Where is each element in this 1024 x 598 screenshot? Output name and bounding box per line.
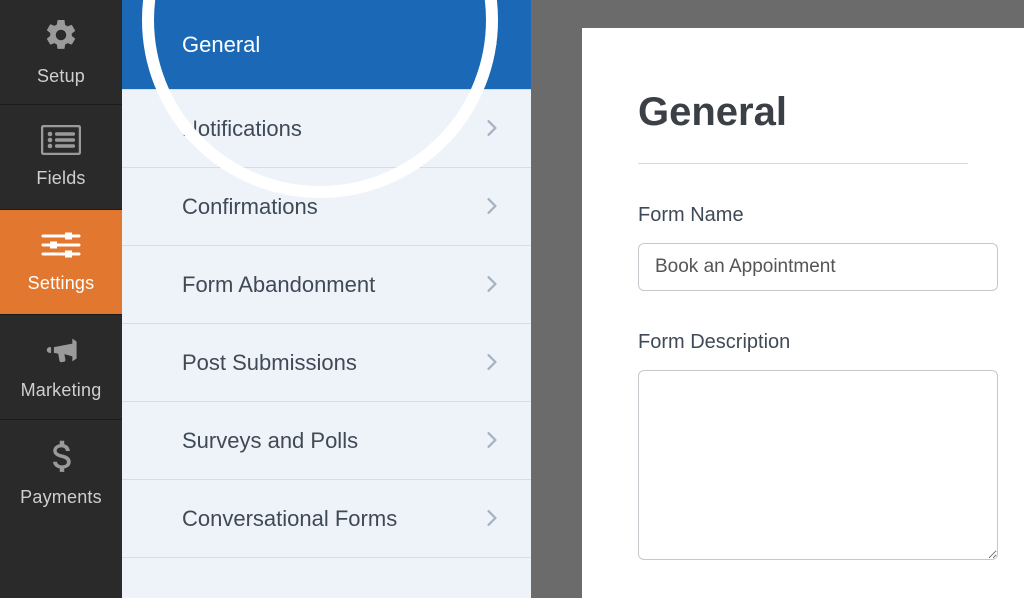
sidebar-item-label: Settings xyxy=(28,273,95,294)
submenu-item-label: Notifications xyxy=(182,116,302,142)
sidebar-item-fields[interactable]: Fields xyxy=(0,105,122,210)
chevron-right-icon xyxy=(487,32,497,58)
submenu-item-label: Confirmations xyxy=(182,194,318,220)
form-description-label: Form Description xyxy=(638,331,968,354)
submenu-item-confirmations[interactable]: Confirmations xyxy=(122,168,531,246)
sidebar-item-payments[interactable]: Payments xyxy=(0,420,122,525)
submenu-item-label: Surveys and Polls xyxy=(182,428,358,454)
primary-sidebar: Setup Fields Settings xyxy=(0,0,122,598)
form-name-label: Form Name xyxy=(638,204,968,227)
chevron-right-icon xyxy=(487,194,497,220)
megaphone-icon xyxy=(42,333,80,372)
sidebar-item-label: Payments xyxy=(20,487,102,508)
list-icon xyxy=(41,125,81,160)
sidebar-item-label: Setup xyxy=(37,66,85,87)
page-title: General xyxy=(638,90,968,135)
chevron-right-icon xyxy=(487,506,497,532)
settings-panel: General Form Name Form Description xyxy=(582,28,1024,598)
submenu-item-conversational-forms[interactable]: Conversational Forms xyxy=(122,480,531,558)
gear-icon xyxy=(43,17,79,58)
content-area: General Form Name Form Description xyxy=(532,0,1024,598)
submenu-item-label: Form Abandonment xyxy=(182,272,375,298)
submenu-item-surveys-polls[interactable]: Surveys and Polls xyxy=(122,402,531,480)
chevron-right-icon xyxy=(487,350,497,376)
form-description-input[interactable] xyxy=(638,370,998,560)
settings-submenu: General Notifications Confirmations Form… xyxy=(122,0,532,598)
sidebar-item-settings[interactable]: Settings xyxy=(0,210,122,315)
sidebar-item-label: Fields xyxy=(36,168,85,189)
form-description-group: Form Description xyxy=(638,331,968,565)
sidebar-item-setup[interactable]: Setup xyxy=(0,0,122,105)
submenu-item-general[interactable]: General xyxy=(122,0,531,90)
submenu-item-label: Post Submissions xyxy=(182,350,357,376)
divider xyxy=(638,163,968,164)
submenu-item-label: Conversational Forms xyxy=(182,506,397,532)
dollar-icon xyxy=(50,438,72,479)
chevron-right-icon xyxy=(487,428,497,454)
sidebar-item-label: Marketing xyxy=(21,380,102,401)
chevron-right-icon xyxy=(487,116,497,142)
submenu-item-notifications[interactable]: Notifications xyxy=(122,90,531,168)
chevron-right-icon xyxy=(487,272,497,298)
form-name-group: Form Name xyxy=(638,204,968,291)
form-name-input[interactable] xyxy=(638,243,998,291)
sliders-icon xyxy=(41,230,81,265)
submenu-item-label: General xyxy=(182,32,260,58)
submenu-item-form-abandonment[interactable]: Form Abandonment xyxy=(122,246,531,324)
submenu-item-post-submissions[interactable]: Post Submissions xyxy=(122,324,531,402)
sidebar-item-marketing[interactable]: Marketing xyxy=(0,315,122,420)
